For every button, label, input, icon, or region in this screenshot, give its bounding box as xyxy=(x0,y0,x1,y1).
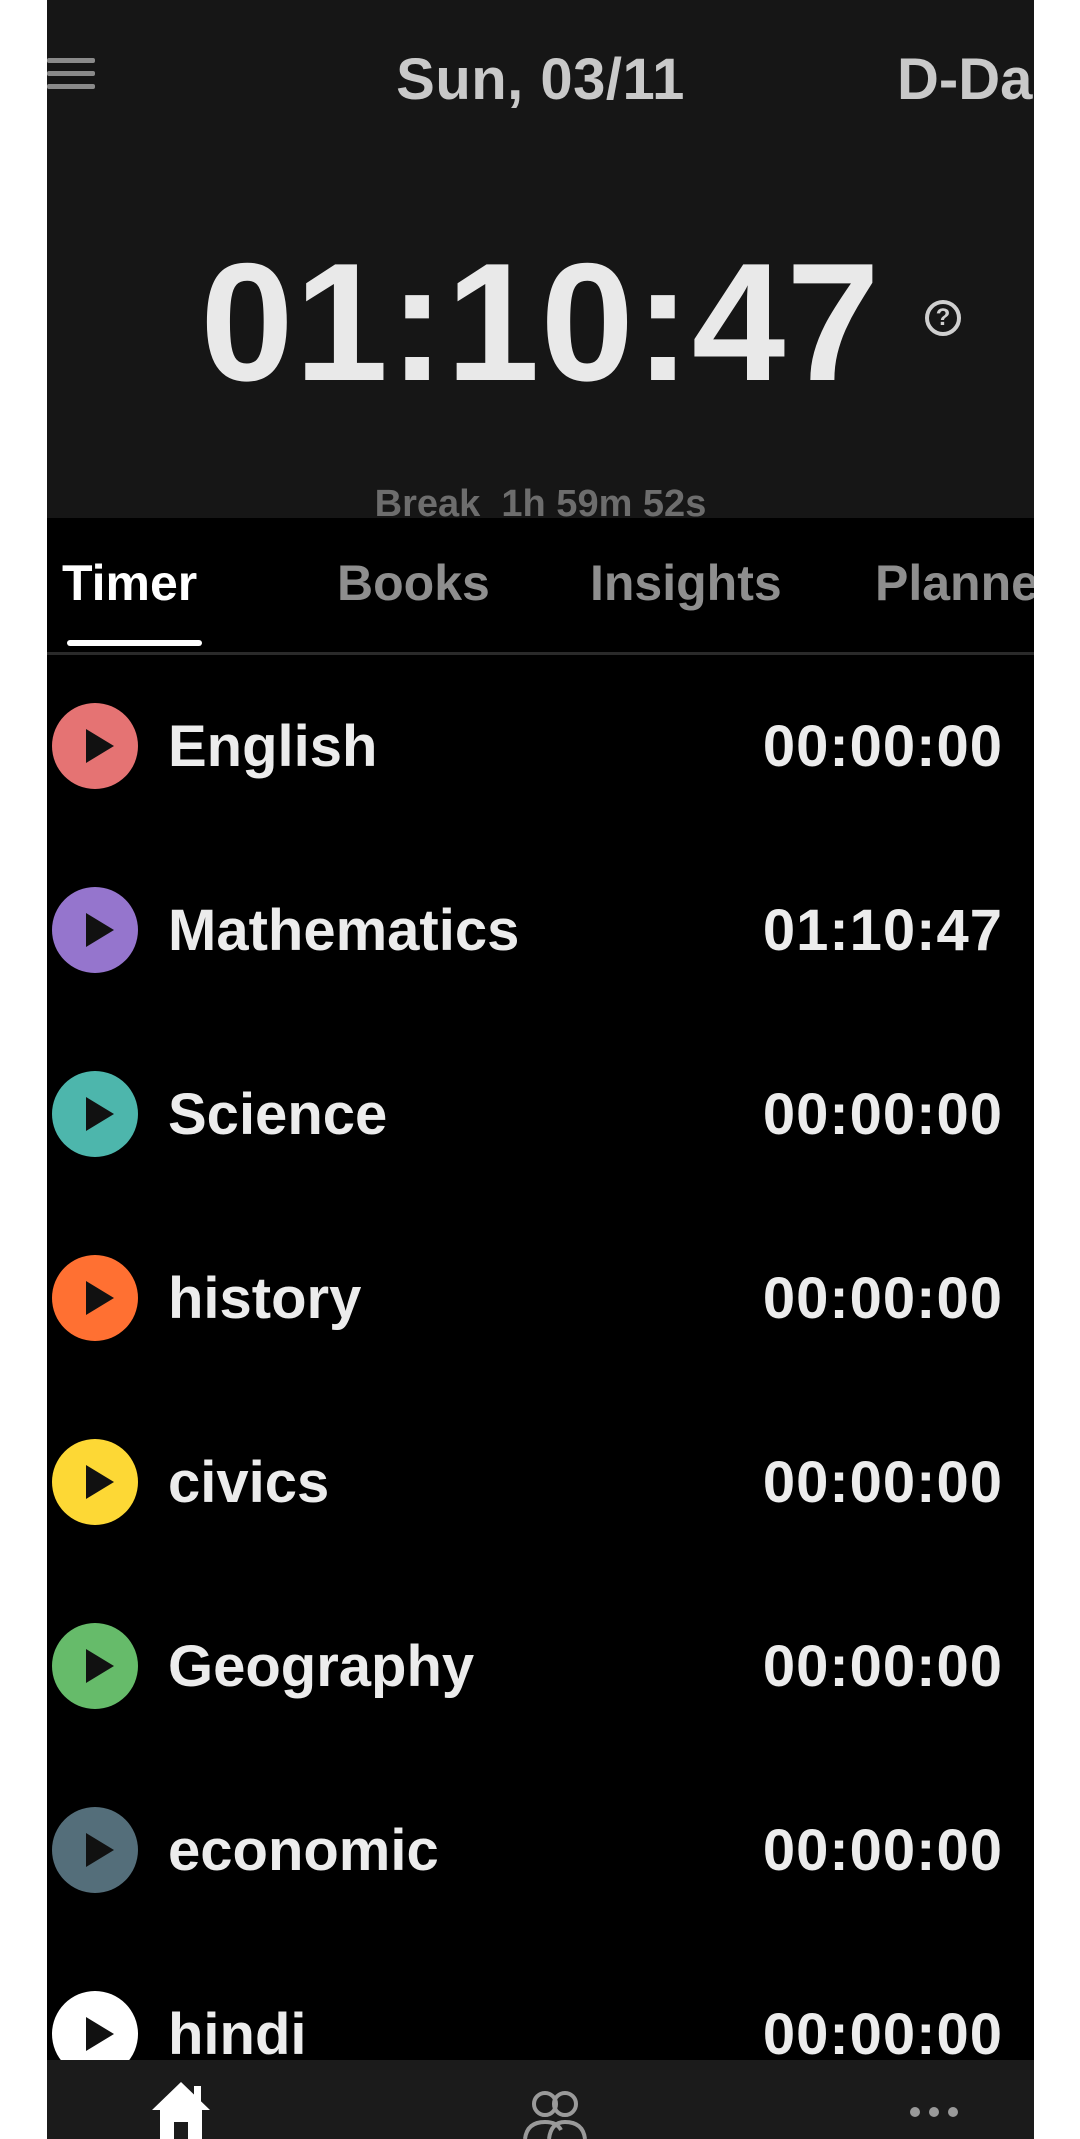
subject-name: civics xyxy=(168,1450,330,1515)
subject-name: Science xyxy=(168,1082,388,1147)
help-icon[interactable]: ? xyxy=(925,300,961,336)
subject-row-civics[interactable]: civics 00:00:00 xyxy=(47,1391,1034,1575)
subject-name: history xyxy=(168,1266,362,1331)
subject-time: 01:10:47 xyxy=(762,898,1003,963)
tab-bar: Timer Books Insights Planne xyxy=(47,518,1034,655)
play-icon[interactable] xyxy=(52,1439,138,1525)
subject-name: Mathematics xyxy=(168,898,520,963)
tab-timer[interactable]: Timer xyxy=(62,554,197,612)
subject-time: 00:00:00 xyxy=(762,714,1003,779)
subject-row-history[interactable]: history 00:00:00 xyxy=(47,1207,1034,1391)
bottom-navigation xyxy=(47,2060,1034,2139)
play-icon[interactable] xyxy=(52,1807,138,1893)
play-icon[interactable] xyxy=(52,887,138,973)
tab-insights[interactable]: Insights xyxy=(590,554,782,612)
subject-row-economic[interactable]: economic 00:00:00 xyxy=(47,1759,1034,1943)
subject-time: 00:00:00 xyxy=(762,1266,1003,1331)
subject-row-geography[interactable]: Geography 00:00:00 xyxy=(47,1575,1034,1759)
dday-label[interactable]: D-Da xyxy=(897,46,1032,113)
tab-books[interactable]: Books xyxy=(337,554,490,612)
timer-header: Sun, 03/11 D-Da 01:10:47 ? Break 1h 59m … xyxy=(47,0,1034,518)
home-icon[interactable] xyxy=(144,2060,218,2139)
subject-time: 00:00:00 xyxy=(762,1634,1003,1699)
subject-name: economic xyxy=(168,1818,439,1883)
subject-time: 00:00:00 xyxy=(762,1450,1003,1515)
subject-time: 00:00:00 xyxy=(762,2002,1003,2067)
subject-name: Geography xyxy=(168,1634,475,1699)
active-tab-indicator xyxy=(67,640,202,646)
play-icon[interactable] xyxy=(52,1071,138,1157)
play-icon[interactable] xyxy=(52,1623,138,1709)
subject-row-mathematics[interactable]: Mathematics 01:10:47 xyxy=(47,839,1034,1023)
subject-name: hindi xyxy=(168,2002,307,2067)
subject-name: English xyxy=(168,714,378,779)
subject-row-english[interactable]: English 00:00:00 xyxy=(47,655,1034,839)
subject-row-science[interactable]: Science 00:00:00 xyxy=(47,1023,1034,1207)
more-icon[interactable] xyxy=(897,2060,971,2139)
tab-planner[interactable]: Planne xyxy=(875,554,1034,612)
group-icon[interactable] xyxy=(517,2060,591,2139)
subject-time: 00:00:00 xyxy=(762,1082,1003,1147)
subject-time: 00:00:00 xyxy=(762,1818,1003,1883)
total-study-timer: 01:10:47 xyxy=(200,228,881,416)
date-label[interactable]: Sun, 03/11 xyxy=(47,46,1034,113)
break-time-label: Break 1h 59m 52s xyxy=(374,483,707,518)
play-icon[interactable] xyxy=(52,703,138,789)
play-icon[interactable] xyxy=(52,1255,138,1341)
app-screen: Sun, 03/11 D-Da 01:10:47 ? Break 1h 59m … xyxy=(47,0,1034,2139)
